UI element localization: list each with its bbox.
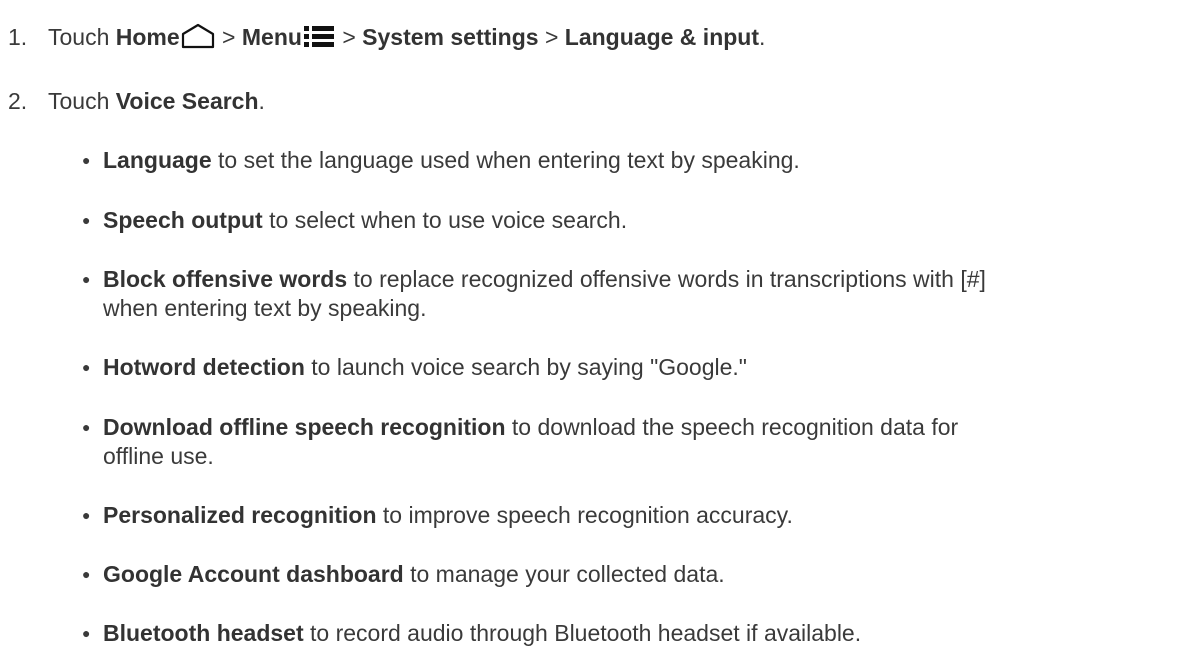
step-prefix: Touch — [48, 88, 116, 114]
bullet-icon: ● — [82, 271, 91, 287]
bullet-icon: ● — [82, 507, 91, 523]
step-number: 1. — [8, 24, 28, 50]
bullet-term: Hotword detection — [103, 354, 305, 380]
bullet-description: to launch voice search by saying "Google… — [304, 354, 747, 380]
language-input-label: Language & input — [564, 24, 760, 50]
period: . — [759, 24, 766, 50]
bullet-description-cont: offline use. — [103, 443, 214, 469]
period: . — [258, 88, 265, 114]
bullet-term: Download offline speech recognition — [103, 414, 506, 440]
bullet-description: to set the language used when entering t… — [211, 147, 800, 173]
separator: > — [215, 24, 242, 50]
bullet-icon: ● — [82, 625, 91, 641]
bullet-description-cont: when entering text by speaking. — [103, 295, 427, 321]
step-prefix: Touch — [48, 24, 116, 50]
bullet-icon: ● — [82, 359, 91, 375]
bullet-term: Personalized recognition — [103, 502, 377, 528]
bullet-description: to replace recognized offensive words in… — [347, 266, 986, 292]
bullet-icon: ● — [82, 419, 91, 435]
bullet-description: to manage your collected data. — [403, 561, 725, 587]
system-settings-label: System settings — [362, 24, 539, 50]
bullet-icon: ● — [82, 212, 91, 228]
bullet-term: Block offensive words — [103, 266, 348, 292]
menu-label: Menu — [241, 24, 302, 50]
voice-search-label: Voice Search — [115, 88, 259, 114]
bullet-icon: ● — [82, 566, 91, 582]
separator: > — [335, 24, 363, 50]
step-text: Touch Voice Search. — [48, 87, 265, 115]
bullet-description: to download the speech recognition data … — [505, 414, 959, 440]
bullet-term: Speech output — [103, 207, 263, 233]
step-text: Touch Home > Menu > System settings > La… — [48, 23, 765, 55]
bullet-term: Google Account dashboard — [103, 561, 404, 587]
home-icon — [180, 23, 216, 55]
bullet-description: to record audio through Bluetooth headse… — [303, 620, 862, 646]
menu-icon — [302, 23, 336, 55]
home-label: Home — [115, 24, 180, 50]
step-number: 2. — [8, 88, 28, 114]
bullet-term: Language — [103, 147, 212, 173]
bullet-description: to improve speech recognition accuracy. — [376, 502, 793, 528]
bullet-term: Bluetooth headset — [103, 620, 304, 646]
bullet-icon: ● — [82, 152, 91, 168]
bullet-description: to select when to use voice search. — [262, 207, 628, 233]
separator: > — [538, 24, 565, 50]
